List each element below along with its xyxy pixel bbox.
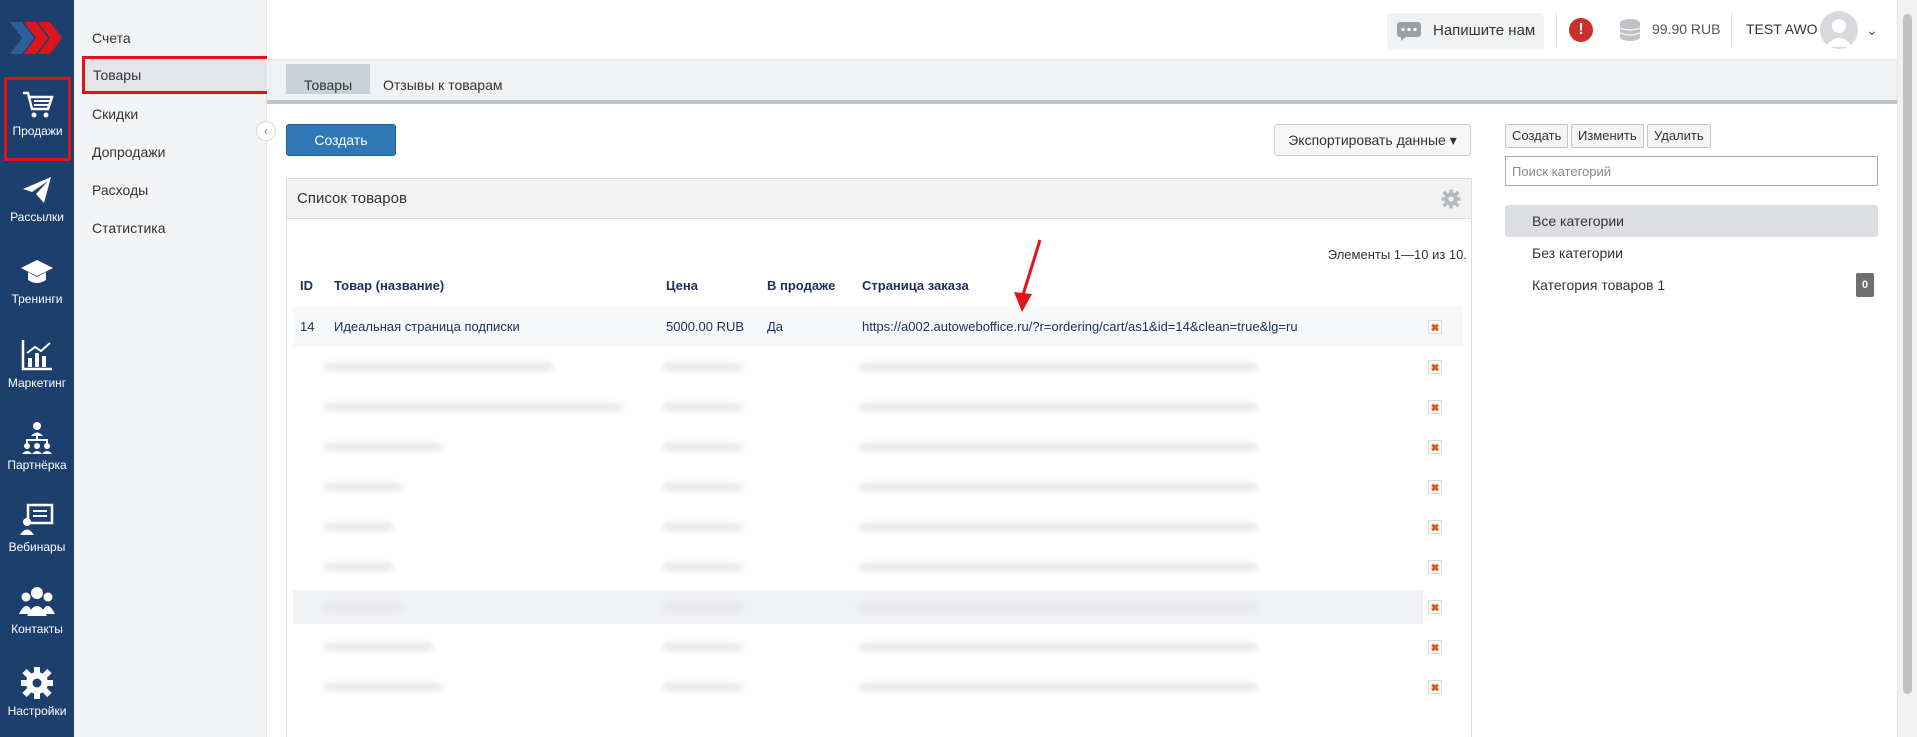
nav-item-sales[interactable]: Продажи [4, 77, 71, 161]
collapse-submenu-button[interactable]: ‹ [256, 121, 276, 141]
panel-header: Список товаров [287, 179, 1471, 219]
edit-category-button[interactable]: Изменить [1571, 124, 1644, 148]
category-count-badge: 0 [1856, 273, 1874, 297]
category-item-uncategorized[interactable]: Без категории [1505, 237, 1878, 269]
nav-item-label: Тренинги [11, 292, 63, 306]
tab-reviews[interactable]: Отзывы к товарам [365, 70, 521, 100]
scrollbar-thumb[interactable] [1903, 14, 1912, 694]
delete-icon[interactable] [1428, 320, 1442, 334]
create-category-button[interactable]: Создать [1505, 124, 1569, 148]
submenu-item-invoices[interactable]: Счета [92, 30, 131, 46]
panel-title: Список товаров [297, 190, 407, 207]
pagination-summary: Элементы 1—10 из 10. [1327, 247, 1467, 262]
category-search-input[interactable] [1505, 156, 1878, 186]
tab-bar: Товары Отзывы к товарам [267, 60, 1897, 104]
table-row-redacted [293, 470, 1423, 504]
delete-icon[interactable] [1428, 400, 1442, 414]
graduation-cap-icon [21, 260, 53, 283]
category-item-all[interactable]: Все категории [1505, 205, 1878, 237]
cell-price: 5000.00 RUB [666, 319, 745, 334]
gear-icon [21, 667, 53, 699]
write-us-label: Напишите нам [1433, 22, 1536, 39]
nav-item-label: Рассылки [10, 210, 64, 224]
table-row-redacted [293, 430, 1423, 464]
create-product-button[interactable]: Создать [286, 124, 396, 156]
annotation-arrow-icon [1014, 239, 1042, 312]
coins-icon [1619, 19, 1641, 41]
column-header-order-page[interactable]: Страница заказа [862, 278, 969, 293]
submenu-item-expenses[interactable]: Расходы [92, 182, 148, 198]
table-row-redacted [293, 390, 1423, 424]
contacts-icon [19, 587, 55, 616]
webinar-icon [20, 503, 54, 535]
cell-on-sale: Да [767, 319, 784, 334]
cell-name[interactable]: Идеальная страница подписки [334, 319, 520, 334]
submenu-item-upsells[interactable]: Допродажи [92, 144, 165, 160]
column-header-price[interactable]: Цена [666, 278, 698, 293]
delete-icon[interactable] [1428, 440, 1442, 454]
delete-icon[interactable] [1428, 600, 1442, 614]
nav-item-partners[interactable]: Партнёрка [0, 414, 74, 484]
nav-item-label: Маркетинг [7, 376, 67, 390]
delete-icon[interactable] [1428, 640, 1442, 654]
nav-item-contacts[interactable]: Контакты [0, 578, 74, 648]
chat-icon [1397, 22, 1421, 41]
column-header-on-sale[interactable]: В продаже [767, 278, 835, 293]
nav-item-label: Контакты [11, 622, 63, 636]
chevron-down-icon[interactable]: ⌄ [1866, 22, 1878, 39]
category-label: Категория товаров 1 [1532, 277, 1666, 293]
partners-icon [22, 422, 52, 454]
divider [1731, 13, 1732, 47]
delete-icon[interactable] [1428, 360, 1442, 374]
submenu-item-statistics[interactable]: Статистика [92, 220, 166, 236]
alert-icon[interactable]: ! [1569, 18, 1593, 42]
delete-icon[interactable] [1428, 680, 1442, 694]
delete-icon[interactable] [1428, 480, 1442, 494]
delete-icon[interactable] [1428, 520, 1442, 534]
write-us-button[interactable]: Напишите нам [1387, 13, 1544, 49]
nav-item-label: Продажи [12, 124, 63, 138]
user-name[interactable]: TEST AWO [1746, 21, 1818, 37]
nav-item-webinars[interactable]: Вебинары [0, 496, 74, 566]
nav-item-settings[interactable]: Настройки [0, 660, 74, 730]
column-header-name[interactable]: Товар (название) [334, 278, 444, 293]
table-row-redacted [293, 550, 1423, 584]
nav-item-trainings[interactable]: Тренинги [0, 250, 74, 320]
paper-plane-icon [23, 177, 51, 203]
table-row[interactable]: 14 Идеальная страница подписки 5000.00 R… [293, 307, 1463, 347]
balance-value: 99.90 RUB [1652, 21, 1721, 37]
category-label: Все категории [1532, 213, 1624, 229]
table-row-redacted [293, 350, 1423, 384]
table-row-redacted [293, 670, 1423, 704]
page-scrollbar[interactable] [1897, 0, 1917, 737]
divider [1556, 13, 1557, 47]
table-row-redacted [293, 510, 1423, 544]
avatar[interactable] [1820, 11, 1858, 49]
table-row-redacted [293, 590, 1423, 624]
chart-icon [21, 340, 52, 371]
delete-icon[interactable] [1428, 560, 1442, 574]
products-panel: Список товаров Элементы 1—10 из 10. ID Т… [286, 178, 1472, 737]
gear-icon[interactable] [1441, 189, 1461, 209]
cell-id: 14 [300, 319, 315, 334]
tab-products[interactable]: Товары [286, 64, 371, 94]
delete-category-button[interactable]: Удалить [1647, 124, 1711, 148]
nav-item-mailings[interactable]: Рассылки [0, 168, 74, 238]
column-header-id[interactable]: ID [300, 278, 313, 293]
table-row-redacted [293, 630, 1423, 664]
nav-item-label: Настройки [7, 704, 67, 718]
logo-icon[interactable] [8, 18, 64, 58]
submenu-item-discounts[interactable]: Скидки [92, 106, 138, 122]
category-item-category-1[interactable]: Категория товаров 1 0 [1505, 269, 1878, 301]
export-data-button[interactable]: Экспортировать данные ▾ [1274, 124, 1471, 156]
cell-order-page-link[interactable]: https://a002.autoweboffice.ru/?r=orderin… [862, 319, 1298, 334]
nav-item-label: Партнёрка [7, 458, 67, 472]
nav-item-label: Вебинары [8, 540, 66, 554]
cart-icon [22, 91, 54, 118]
category-label: Без категории [1532, 245, 1623, 261]
user-icon [1825, 19, 1853, 47]
nav-item-marketing[interactable]: Маркетинг [0, 332, 74, 402]
main-nav: Продажи Рассылки Тренинги Маркетинг Парт… [0, 0, 74, 737]
